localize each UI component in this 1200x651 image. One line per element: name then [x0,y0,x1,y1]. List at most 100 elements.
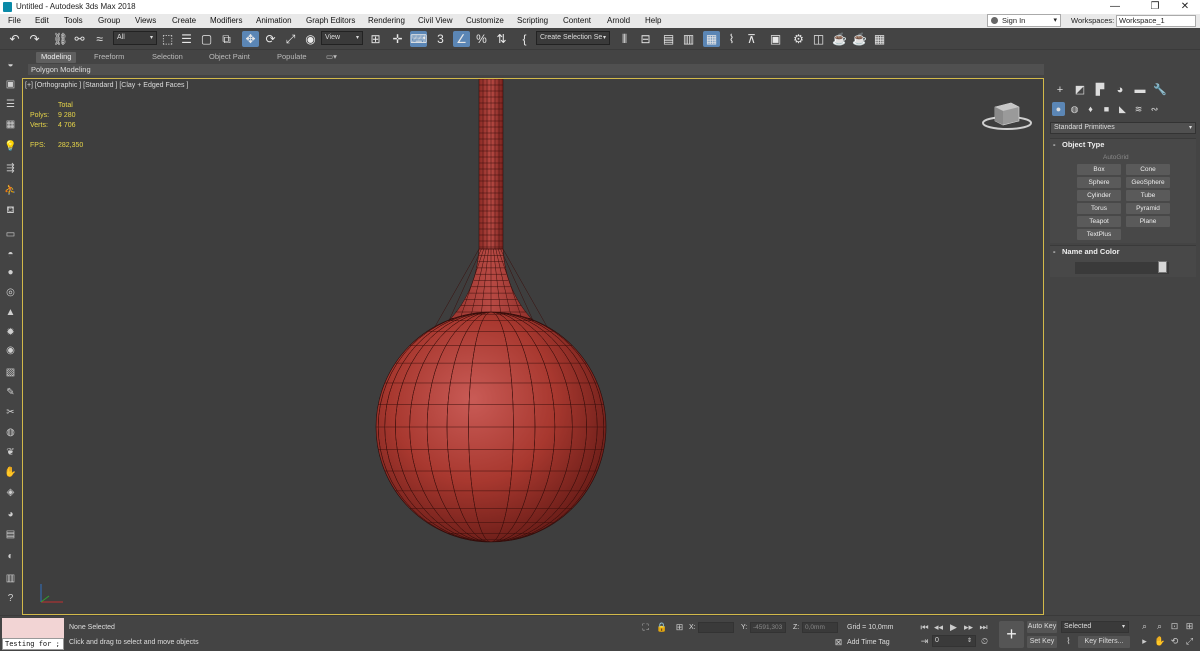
select-by-name-icon[interactable]: ☰ [178,31,195,47]
select-and-place-icon[interactable]: ◉ [302,31,319,47]
percent-snap-icon[interactable]: % [473,31,490,47]
torus-button[interactable]: Torus [1077,203,1121,214]
zoom-icon[interactable]: ⌕ [1139,621,1150,632]
tab-modeling[interactable]: Modeling [36,52,77,63]
object-name-input[interactable] [1075,262,1169,274]
rectangular-selection-icon[interactable]: ▢ [198,31,215,47]
material-sphere-icon[interactable]: ◕ [3,508,18,522]
walk-icon[interactable]: ⛹ [3,184,18,198]
previous-frame-icon[interactable]: ◂◂ [933,622,944,633]
paint-icon[interactable]: ◈ [3,486,18,500]
y-coordinate-field[interactable]: -4591,303 [750,622,786,633]
menu-arnold[interactable]: Arnold [607,16,630,25]
menu-civil-view[interactable]: Civil View [418,16,453,25]
curve-editor-icon[interactable]: ⌇ [723,31,740,47]
display-tab-icon[interactable]: ▬ [1132,83,1148,97]
time-configuration-icon[interactable]: ⏲ [979,636,990,647]
box-icon[interactable]: ▭ [3,228,18,242]
add-time-tag[interactable]: Add Time Tag [847,639,890,646]
create-tab-icon[interactable]: + [1052,83,1068,97]
cameras-icon[interactable]: ■ [1100,102,1113,116]
menu-animation[interactable]: Animation [256,16,292,25]
window-crossing-icon[interactable]: ⧉ [218,31,235,47]
tab-selection[interactable]: Selection [152,52,183,63]
menu-graph-editors[interactable]: Graph Editors [306,16,355,25]
ribbon-options-icon[interactable]: ▭▾ [326,52,337,63]
disc-icon[interactable]: ◉ [3,344,18,358]
menu-customize[interactable]: Customize [466,16,504,25]
sun-icon[interactable]: ✹ [3,326,18,340]
menu-modifiers[interactable]: Modifiers [210,16,242,25]
grid-icon[interactable]: ▦ [3,118,18,132]
key-mode-icon[interactable]: ⇥ [919,636,930,647]
x-coordinate-field[interactable] [698,622,734,633]
align-icon[interactable]: ⊟ [637,31,654,47]
hierarchy-tab-icon[interactable]: ▛ [1092,83,1108,97]
menu-group[interactable]: Group [98,16,120,25]
primitive-category-select[interactable]: Standard Primitives ▾ [1050,122,1196,134]
polygon-modeling-panel[interactable]: Polygon Modeling [28,64,1044,75]
key-filters-button[interactable]: Key Filters... [1078,636,1130,648]
pan-view-icon[interactable]: ✋ [1154,636,1165,647]
z-coordinate-field[interactable]: 0,0mm [802,622,838,633]
scissors-icon[interactable]: ✂ [3,406,18,420]
select-manipulate-icon[interactable]: ✛ [389,31,406,47]
document-icon[interactable]: ▤ [3,528,18,542]
box-button[interactable]: Box [1077,164,1121,175]
menu-content[interactable]: Content [563,16,591,25]
selection-lock-icon[interactable]: 🔒 [656,622,667,633]
zoom-extents-all-icon[interactable]: ⊞ [1184,621,1195,632]
default-in-out-tangent-icon[interactable]: ⌇ [1063,636,1074,647]
shapes-icon[interactable]: ◍ [1068,102,1081,116]
time-tag-icon[interactable]: ⊠ [833,637,844,648]
teapot-button[interactable]: Teapot [1077,216,1121,227]
select-and-rotate-icon[interactable]: ⟳ [262,31,279,47]
zoom-extents-icon[interactable]: ⊡ [1169,621,1180,632]
hemisphere-icon[interactable]: ◓ [3,248,18,262]
menu-help[interactable]: Help [645,16,661,25]
reference-coordinate-select[interactable]: View ▾ [321,31,363,45]
globe-icon[interactable]: ◍ [3,426,18,440]
helpers-icon[interactable]: ◣ [1116,102,1129,116]
render-production-icon[interactable]: ☕ [831,31,848,47]
maxscript-listener[interactable]: Testing for ; [2,618,64,650]
geometry-icon[interactable]: ● [1052,102,1065,116]
pendulum-mesh[interactable] [23,79,1044,615]
systems-icon[interactable]: ∾ [1148,102,1161,116]
scene-explorer-icon[interactable]: ▣ [3,78,18,92]
select-and-move-icon[interactable]: ✥ [242,31,259,47]
teapot-icon[interactable]: ⛾ [3,204,18,218]
absolute-mode-icon[interactable]: ⊞ [674,622,685,633]
tube-button[interactable]: Tube [1126,190,1170,201]
edit-named-selection-icon[interactable]: { [516,31,533,47]
sphere-icon[interactable]: ● [3,266,18,280]
plane-button[interactable]: Plane [1126,216,1170,227]
bar-chart-icon[interactable]: ▥ [3,572,18,586]
maxscript-input[interactable]: Testing for ; [2,638,64,650]
sign-in-dropdown[interactable]: Sign In ▾ [987,14,1061,27]
select-object-icon[interactable]: ⬚ [159,31,176,47]
isolate-selection-icon[interactable]: ⛶ [640,622,651,633]
sphere-button[interactable]: Sphere [1077,177,1121,188]
autogrid-checkbox[interactable]: AutoGrid [1103,154,1129,161]
object-color-swatch[interactable] [1158,261,1167,273]
zoom-all-icon[interactable]: ⌕ [1154,621,1165,632]
menu-views[interactable]: Views [135,16,156,25]
key-selection-select[interactable]: Selected ▾ [1061,621,1129,633]
modify-tab-icon[interactable]: ◩ [1072,83,1088,97]
undo-icon[interactable]: ↶ [6,31,23,47]
utilities-tab-icon[interactable]: 🔧 [1152,83,1168,97]
render-in-cloud-icon[interactable]: ▦ [871,31,888,47]
menu-create[interactable]: Create [172,16,196,25]
field-of-view-icon[interactable]: ▸ [1139,636,1150,647]
spinner-snap-icon[interactable]: ⇅ [493,31,510,47]
layer-explorer-icon[interactable]: ▥ [680,31,697,47]
unlink-icon[interactable]: ⚯ [71,31,88,47]
next-frame-icon[interactable]: ▸▸ [963,622,974,633]
snaps-toggle-icon[interactable]: 3 [432,31,449,47]
lightbulb-icon[interactable]: 💡 [3,140,18,154]
cylinder-button[interactable]: Cylinder [1077,190,1121,201]
pivot-point-icon[interactable]: ⊞ [367,31,384,47]
cone-icon[interactable]: ▲ [3,306,18,320]
ribbon-toggle-icon[interactable]: ▦ [703,31,720,47]
